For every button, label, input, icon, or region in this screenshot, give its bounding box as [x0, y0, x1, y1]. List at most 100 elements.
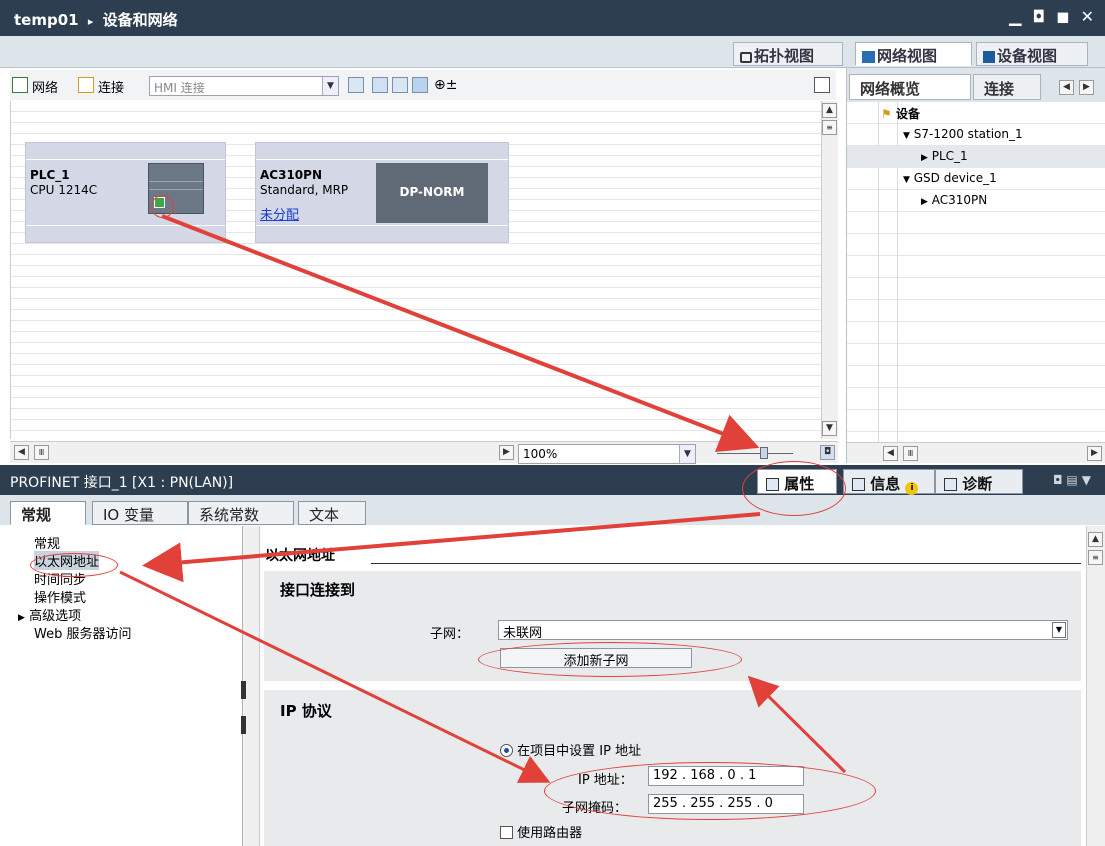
- info-list-icon: [852, 478, 865, 491]
- tab-info[interactable]: 信息 i: [843, 469, 935, 495]
- horizontal-scroll-thumb[interactable]: Ⅲ: [34, 445, 49, 460]
- diagnostics-icon: [944, 478, 957, 491]
- nav-item-web-server[interactable]: Web 服务器访问: [34, 623, 131, 642]
- device-plc-1[interactable]: PLC_1 CPU 1214C: [25, 142, 226, 243]
- tab-general[interactable]: 常规: [10, 501, 86, 525]
- scroll-thumb[interactable]: ≡: [1088, 550, 1103, 565]
- connect-mode-icon[interactable]: [78, 77, 94, 93]
- panel-window-controls[interactable]: ◘▤▼: [1053, 473, 1095, 487]
- zoom-slider-handle[interactable]: [760, 447, 768, 459]
- tree-item-gsd-device[interactable]: ▼ GSD device_1: [847, 168, 1105, 190]
- connect-button[interactable]: 连接: [98, 77, 124, 96]
- scroll-right-icon[interactable]: ▶: [1087, 446, 1102, 461]
- connection-type-select[interactable]: HMI 连接 ▼: [149, 76, 339, 96]
- device-type: CPU 1214C: [30, 183, 98, 197]
- network-button[interactable]: 网络: [32, 77, 58, 96]
- zoom-slider-track[interactable]: [717, 453, 793, 454]
- tab-connections[interactable]: 连接: [973, 74, 1041, 100]
- tree-item-plc[interactable]: ▶ PLC_1: [847, 146, 1105, 168]
- tab-network-view[interactable]: 网络视图: [855, 42, 972, 66]
- unassigned-link[interactable]: 未分配: [260, 204, 299, 223]
- overview-tabbar: 网络概览 连接 ◀ ▶: [847, 68, 1105, 102]
- highlight-tool-icon[interactable]: [372, 77, 388, 93]
- overview-horizontal-scrollbar[interactable]: ◀ Ⅲ ▶: [847, 442, 1105, 463]
- network-canvas[interactable]: PLC_1 CPU 1214C AC310PN Standard, MRP 未分…: [10, 101, 836, 439]
- scroll-down-icon[interactable]: ▼: [822, 421, 837, 436]
- annotation-circle: [544, 762, 876, 820]
- expand-right-icon[interactable]: ▶: [921, 197, 928, 207]
- content-vertical-scrollbar[interactable]: ▲ ≡: [1086, 526, 1105, 846]
- tab-io-tags[interactable]: IO 变量: [92, 501, 188, 525]
- expand-right-icon[interactable]: ▶: [18, 613, 25, 623]
- horizontal-scroll-thumb[interactable]: Ⅲ: [903, 446, 918, 461]
- nav-item-operating-mode[interactable]: 操作模式: [34, 587, 86, 606]
- project-name[interactable]: temp01: [14, 11, 79, 29]
- window-controls[interactable]: ▁ ◘ ◼ ✕: [1009, 7, 1097, 26]
- canvas-vertical-scrollbar[interactable]: ▲ ≡ ▼: [821, 101, 838, 439]
- zoom-select[interactable]: 100% ▼: [518, 444, 696, 464]
- use-router-option[interactable]: 使用路由器: [500, 822, 582, 841]
- scroll-right-icon[interactable]: ▶: [499, 445, 514, 460]
- chevron-down-icon[interactable]: ▼: [1052, 622, 1066, 638]
- device-column-icon: ⚑: [881, 107, 892, 121]
- device-ac310pn[interactable]: AC310PN Standard, MRP 未分配 DP-NORM: [255, 142, 509, 243]
- nav-item-general[interactable]: 常规: [34, 533, 60, 552]
- expand-down-icon[interactable]: ▼: [903, 131, 910, 141]
- tab-device-view[interactable]: 设备视图: [976, 42, 1088, 66]
- annotation-circle: [151, 195, 174, 218]
- section-heading: 以太网地址: [265, 548, 335, 564]
- subnet-select[interactable]: 未联网 ▼: [498, 620, 1068, 641]
- radio-selected-icon[interactable]: [500, 744, 513, 757]
- scroll-thumb[interactable]: ≡: [822, 120, 837, 135]
- dp-norm-module: DP-NORM: [376, 163, 488, 223]
- layout-panel-icon[interactable]: [412, 77, 428, 93]
- scroll-up-icon[interactable]: ▲: [822, 103, 837, 118]
- tab-texts[interactable]: 文本: [298, 501, 366, 525]
- info-badge-icon: i: [905, 482, 919, 495]
- scroll-left-icon[interactable]: ◀: [14, 445, 29, 460]
- properties-subtabs: 常规 IO 变量 系统常数 文本: [0, 495, 1105, 525]
- topology-icon: [740, 52, 752, 63]
- scroll-left-icon[interactable]: ◀: [883, 446, 898, 461]
- tab-scroll-left-icon[interactable]: ◀: [1059, 80, 1074, 95]
- expand-right-icon[interactable]: ▶: [921, 153, 928, 163]
- nav-splitter[interactable]: [241, 526, 260, 846]
- breadcrumb: temp01 ▸ 设备和网络: [14, 9, 178, 30]
- device-name: AC310PN: [260, 168, 322, 182]
- view-tabbar: 拓扑视图 网络视图 设备视图: [0, 36, 1105, 68]
- network-icon: [862, 51, 875, 63]
- collapse-left-icon[interactable]: [241, 681, 246, 699]
- collapse-right-icon[interactable]: [241, 716, 246, 734]
- scroll-up-icon[interactable]: ▲: [1088, 532, 1103, 547]
- expand-down-icon[interactable]: ▼: [903, 175, 910, 185]
- tab-topology-view[interactable]: 拓扑视图: [733, 42, 843, 66]
- tab-network-overview[interactable]: 网络概览: [849, 74, 971, 100]
- tree-item-station[interactable]: ▼ S7-1200 station_1: [847, 124, 1105, 146]
- tree-item-ac310pn[interactable]: ▶ AC310PN: [847, 190, 1105, 212]
- name-tool-icon[interactable]: [348, 77, 364, 93]
- network-toolbar: 网络 连接 HMI 连接 ▼ ⊕±: [10, 70, 836, 100]
- network-overview-panel: 网络概览 连接 ◀ ▶ ⚑ 设备 ▼ S7-1200 station_1 ▶ P…: [846, 68, 1105, 463]
- chevron-down-icon[interactable]: ▼: [679, 445, 695, 463]
- heading-rule: [371, 563, 1081, 564]
- tab-system-constants[interactable]: 系统常数: [188, 501, 294, 525]
- annotation-circle: [478, 642, 742, 677]
- annotation-circle: [30, 553, 118, 577]
- nav-item-advanced[interactable]: ▶ 高级选项: [18, 605, 81, 624]
- zoom-tool-icon[interactable]: ⊕±: [434, 77, 457, 93]
- subnet-label: 子网：: [430, 627, 470, 642]
- network-mode-icon[interactable]: [12, 77, 28, 93]
- chevron-down-icon[interactable]: ▼: [322, 77, 338, 95]
- annotation-circle: [742, 461, 846, 516]
- device-icon: [983, 51, 995, 63]
- tab-diagnostics[interactable]: 诊断: [935, 469, 1023, 494]
- set-ip-in-project-option[interactable]: 在项目中设置 IP 地址: [500, 740, 641, 759]
- properties-titlebar: PROFINET 接口_1 [X1 : PN(LAN)] 属性 信息 i 诊断 …: [0, 465, 1105, 495]
- fit-view-icon[interactable]: ◘: [820, 445, 835, 460]
- tab-scroll-right-icon[interactable]: ▶: [1079, 80, 1094, 95]
- checkbox-icon[interactable]: [500, 826, 513, 839]
- table-header: ⚑ 设备: [881, 107, 920, 121]
- grid-table-icon[interactable]: [392, 77, 408, 93]
- panel-toggle-icon[interactable]: [814, 77, 830, 93]
- breadcrumb-separator-icon: ▸: [87, 15, 94, 28]
